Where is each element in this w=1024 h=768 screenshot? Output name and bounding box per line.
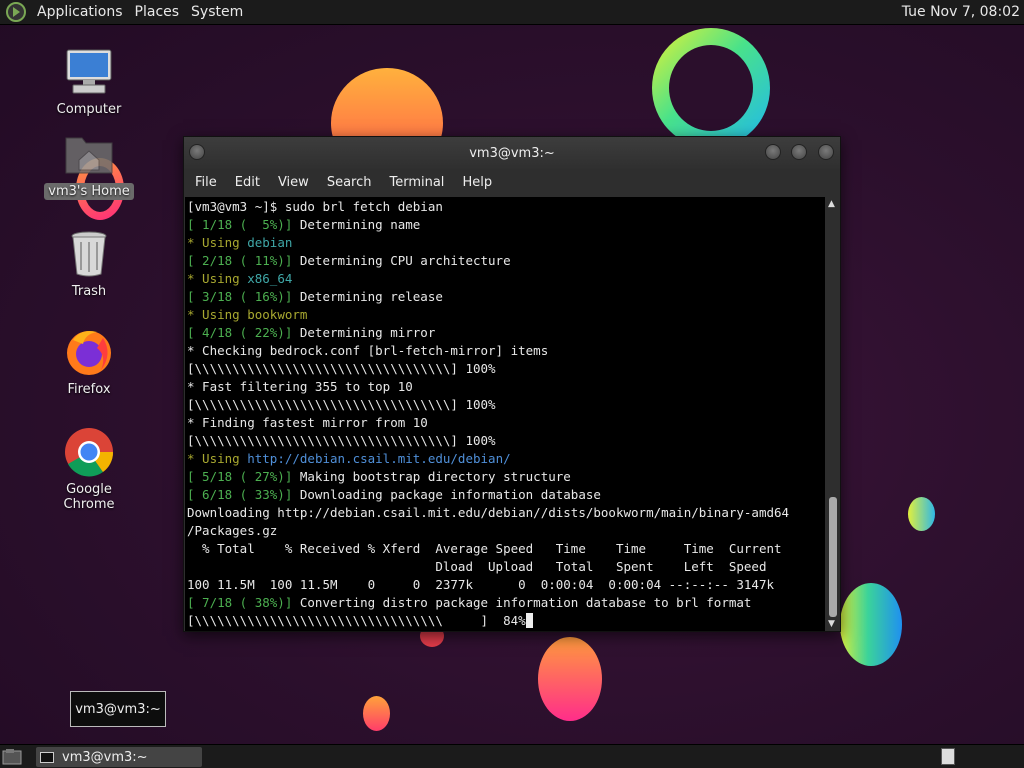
terminal-line: [\\\\\\\\\\\\\\\\\\\\\\\\\\\\\\\\\\] 100… bbox=[187, 433, 496, 448]
terminal-line: [ 2/18 ( 11%)] Determining CPU architect… bbox=[187, 253, 511, 268]
clock[interactable]: Tue Nov 7, 08:02 bbox=[902, 4, 1020, 20]
home-folder-icon bbox=[65, 137, 113, 174]
menu-search[interactable]: Search bbox=[318, 175, 381, 190]
scroll-down-arrow-icon[interactable]: ▼ bbox=[828, 619, 835, 629]
menu-file[interactable]: File bbox=[186, 175, 226, 190]
menu-logo-icon[interactable] bbox=[5, 1, 27, 23]
terminal-icon bbox=[40, 751, 54, 763]
menu-edit[interactable]: Edit bbox=[226, 175, 269, 190]
minimize-button[interactable] bbox=[765, 144, 781, 160]
menu-places[interactable]: Places bbox=[131, 4, 188, 20]
wallpaper-small-orange bbox=[363, 696, 390, 731]
terminal-line: [ 4/18 ( 22%)] Determining mirror bbox=[187, 325, 436, 340]
terminal-line: * Using bookworm bbox=[187, 307, 308, 322]
terminal-line: [vm3@vm3 ~]$ sudo brl fetch debian bbox=[187, 199, 443, 214]
desktop-icon-home[interactable]: vm3's Home bbox=[39, 128, 139, 200]
firefox-icon bbox=[67, 331, 111, 375]
window-menu-button[interactable] bbox=[189, 144, 205, 160]
terminal-scrollbar[interactable]: ▲ ▼ bbox=[826, 197, 840, 631]
scroll-up-arrow-icon[interactable]: ▲ bbox=[828, 199, 835, 209]
terminal-line: * Using x86_64 bbox=[187, 271, 293, 286]
taskbar-item-terminal[interactable]: vm3@vm3:~ bbox=[36, 747, 202, 767]
wallpaper-green-dot bbox=[908, 497, 935, 531]
terminal-titlebar[interactable]: vm3@vm3:~ bbox=[184, 137, 840, 169]
terminal-line: [ 3/18 ( 16%)] Determining release bbox=[187, 289, 443, 304]
terminal-line: % Total % Received % Xferd Average Speed… bbox=[187, 541, 782, 556]
wallpaper-ring bbox=[652, 28, 770, 148]
terminal-output[interactable]: [vm3@vm3 ~]$ sudo brl fetch debian [ 1/18… bbox=[185, 197, 825, 631]
computer-icon bbox=[66, 49, 112, 94]
menu-help[interactable]: Help bbox=[453, 175, 501, 190]
desktop-icon-chrome[interactable]: Google Chrome bbox=[39, 426, 139, 512]
wallpaper-pink-blob bbox=[538, 637, 602, 721]
terminal-line: [\\\\\\\\\\\\\\\\\\\\\\\\\\\\\\\\\\] 100… bbox=[187, 397, 496, 412]
terminal-line: * Checking bedrock.conf [brl-fetch-mirro… bbox=[187, 343, 549, 358]
terminal-line: * Using debian bbox=[187, 235, 293, 250]
wallpaper-teal-blob bbox=[840, 583, 902, 666]
terminal-line: * Using http://debian.csail.mit.edu/debi… bbox=[187, 451, 511, 466]
top-panel: Applications Places System Tue Nov 7, 08… bbox=[0, 0, 1024, 25]
window-switch-popup: vm3@vm3:~ bbox=[70, 691, 166, 727]
menu-applications[interactable]: Applications bbox=[33, 4, 131, 20]
trash-icon bbox=[71, 231, 107, 277]
terminal-line: [ 6/18 ( 33%)] Downloading package infor… bbox=[187, 487, 601, 502]
maximize-button[interactable] bbox=[791, 144, 807, 160]
terminal-line: * Finding fastest mirror from 10 bbox=[187, 415, 428, 430]
terminal-menubar: File Edit View Search Terminal Help bbox=[184, 169, 840, 195]
terminal-line: Dload Upload Total Spent Left Speed bbox=[187, 559, 767, 574]
terminal-title: vm3@vm3:~ bbox=[469, 145, 555, 161]
terminal-line: * Fast filtering 355 to top 10 bbox=[187, 379, 413, 394]
desktop-icon-computer[interactable]: Computer bbox=[39, 46, 139, 117]
terminal-line: [ 7/18 ( 38%)] Converting distro package… bbox=[187, 595, 752, 610]
menu-view[interactable]: View bbox=[269, 175, 318, 190]
terminal-line: Downloading http://debian.csail.mit.edu/… bbox=[187, 505, 790, 520]
terminal-line: [\\\\\\\\\\\\\\\\\\\\\\\\\\\\\\\\\ ] 84% bbox=[187, 612, 825, 630]
scrollbar-thumb[interactable] bbox=[829, 497, 837, 617]
terminal-window[interactable]: vm3@vm3:~ File Edit View Search Terminal… bbox=[183, 136, 841, 632]
desktop-icon-trash[interactable]: Trash bbox=[39, 228, 139, 299]
terminal-line: [ 5/18 ( 27%)] Making bootstrap director… bbox=[187, 469, 571, 484]
desktop-icon-firefox[interactable]: Firefox bbox=[39, 326, 139, 397]
close-button[interactable] bbox=[818, 144, 834, 160]
terminal-line: /Packages.gz bbox=[187, 523, 278, 538]
terminal-line: [ 1/18 ( 5%)] Determining name bbox=[187, 217, 421, 232]
terminal-line: 100 11.5M 100 11.5M 0 0 2377k 0 0:00:04 … bbox=[187, 577, 774, 592]
show-desktop-icon[interactable] bbox=[2, 748, 22, 765]
terminal-line: [\\\\\\\\\\\\\\\\\\\\\\\\\\\\\\\\\\] 100… bbox=[187, 361, 496, 376]
chrome-icon bbox=[65, 428, 114, 477]
menu-terminal[interactable]: Terminal bbox=[380, 175, 453, 190]
workspace-switcher[interactable] bbox=[941, 748, 955, 765]
bottom-panel: vm3@vm3:~ bbox=[0, 744, 1024, 768]
menu-system[interactable]: System bbox=[187, 4, 251, 20]
